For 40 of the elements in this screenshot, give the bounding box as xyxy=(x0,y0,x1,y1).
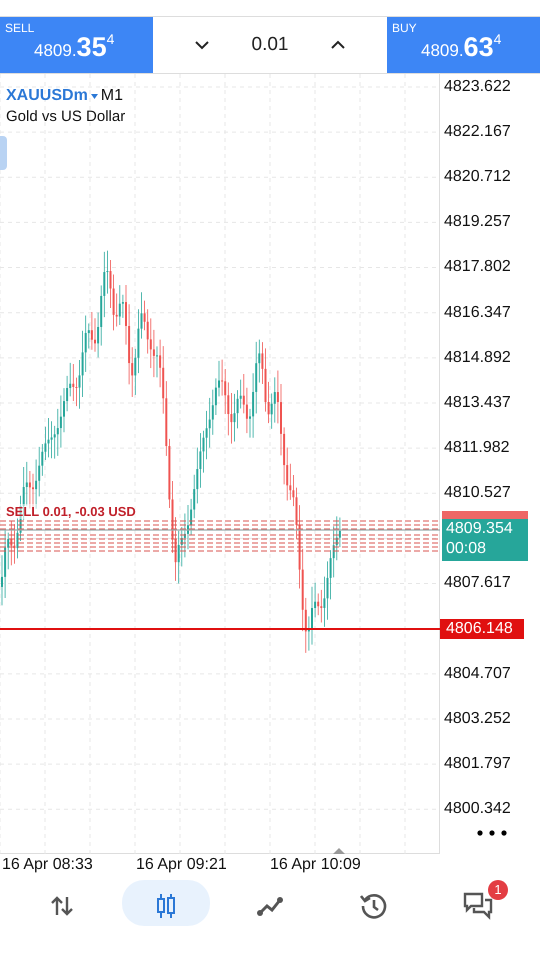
sell-button[interactable]: SELL 4809.35$^{4}$ xyxy=(0,17,153,73)
nav-tab[interactable] xyxy=(122,880,210,926)
price-label: 4822.167 xyxy=(444,122,511,142)
more-icon[interactable] xyxy=(477,830,507,836)
timeframe[interactable]: M1 xyxy=(100,87,124,105)
chevron-up-icon[interactable] xyxy=(330,40,346,50)
dropdown-icon[interactable] xyxy=(90,94,98,98)
price-label: 4813.437 xyxy=(444,392,511,413)
order-label: SELL 0.01, -0.03 USD xyxy=(6,504,136,519)
level-price-label: 4806.148 xyxy=(440,619,524,639)
candles-icon xyxy=(154,893,178,919)
price-label: 4816.347 xyxy=(444,302,511,323)
price-label: 4807.617 xyxy=(444,573,511,594)
history-icon xyxy=(360,892,388,920)
price-label: 4823.622 xyxy=(444,77,511,97)
price-label: 4820.712 xyxy=(444,167,511,188)
price-label: 4801.797 xyxy=(444,754,511,774)
chat-icon xyxy=(462,891,494,921)
price-label: 4811.982 xyxy=(444,438,510,458)
price-label: 4817.802 xyxy=(444,257,511,278)
time-label: 16 Apr 10:09 xyxy=(270,856,362,874)
sort-arrows-icon xyxy=(50,895,74,917)
bid-price-label: 4809.354 00:08 xyxy=(442,519,528,561)
volume-value[interactable]: 0.01 xyxy=(252,34,288,56)
symbol-name[interactable]: XAUUSDm xyxy=(6,87,88,105)
price-label: 4810.527 xyxy=(444,483,511,504)
price-label: 4804.707 xyxy=(444,664,511,684)
line-graph-icon xyxy=(256,895,284,917)
notification-badge: 1 xyxy=(488,880,508,900)
chevron-down-icon[interactable] xyxy=(194,40,210,50)
price-label: 4803.252 xyxy=(444,708,511,729)
symbol-description: Gold vs US Dollar xyxy=(6,108,126,125)
buy-button[interactable]: BUY 4809.63$^{4}$ xyxy=(387,17,540,73)
time-label: 16 Apr 08:33 xyxy=(2,856,94,874)
time-label: 16 Apr 09:21 xyxy=(136,856,228,874)
nav-tab[interactable]: 1 xyxy=(434,880,522,926)
price-label: 4819.257 xyxy=(444,212,511,232)
triangle-icon[interactable] xyxy=(333,848,345,854)
price-label: 4814.892 xyxy=(444,348,511,368)
price-label: 4800.342 xyxy=(444,798,511,819)
